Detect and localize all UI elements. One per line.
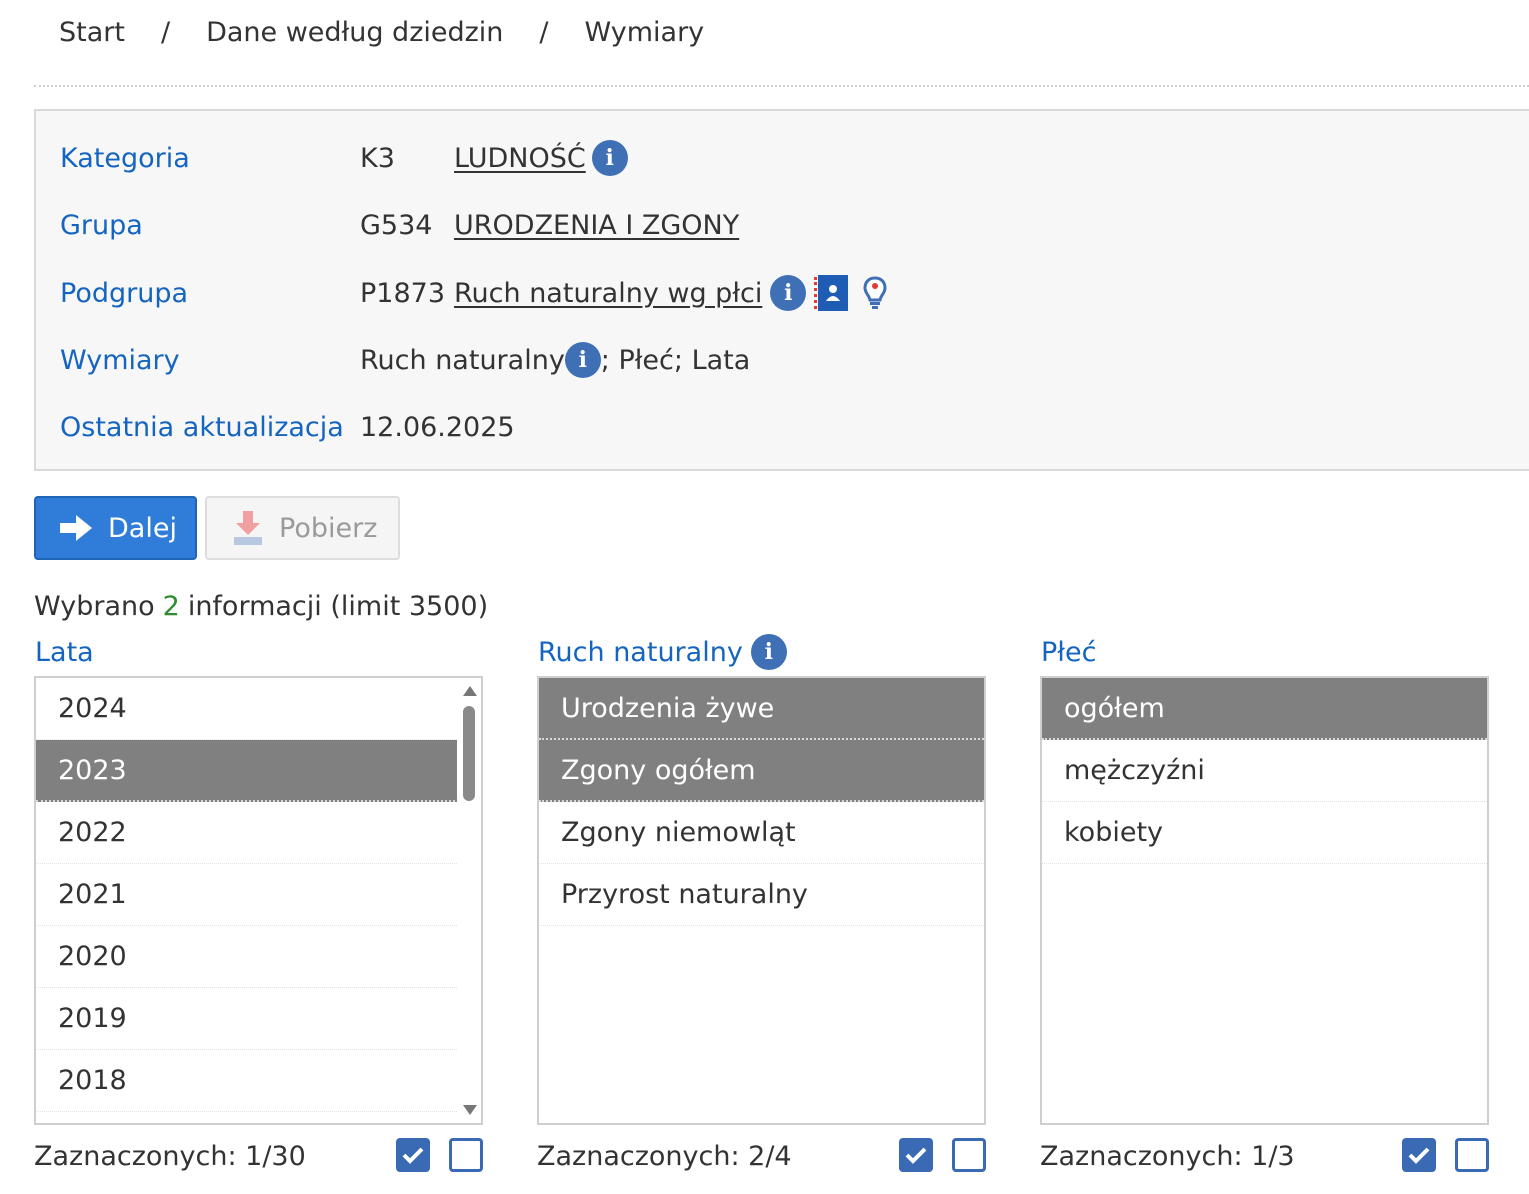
- lightbulb-icon[interactable]: [862, 275, 888, 311]
- grupa-row: Grupa G534 URODZENIA I ZGONY: [60, 205, 739, 245]
- checkbox-checked-icon[interactable]: [1402, 1138, 1436, 1172]
- lata-list-item[interactable]: 2023: [36, 740, 459, 802]
- podgrupa-label: Podgrupa: [60, 277, 189, 309]
- plec-title: Płeć: [1041, 636, 1097, 668]
- next-button-label: Dalej: [108, 512, 177, 544]
- checkbox-empty-icon[interactable]: [1455, 1138, 1489, 1172]
- selection-summary: Wybrano 2 informacji (limit 3500): [34, 586, 488, 626]
- ruch-listbox[interactable]: Urodzenia żywe Zgony ogółem Zgony niemowlą…: [537, 676, 986, 1125]
- kategoria-code: K3: [360, 142, 395, 174]
- info-icon[interactable]: i: [770, 275, 807, 311]
- checkbox-checked-icon[interactable]: [899, 1138, 933, 1172]
- plec-list-item[interactable]: ogółem: [1042, 678, 1487, 740]
- arrow-right-icon: [58, 513, 94, 543]
- breadcrumb-wymiary: Wymiary: [584, 16, 705, 48]
- summary-suffix: informacji (limit 3500): [187, 590, 489, 622]
- scroll-thumb[interactable]: [463, 706, 475, 801]
- breadcrumb-start[interactable]: Start: [59, 17, 125, 48]
- ruch-title: Ruch naturalny: [538, 636, 743, 668]
- next-button[interactable]: Dalej: [34, 496, 197, 560]
- breadcrumb-separator: /: [160, 16, 171, 48]
- info-panel: Kategoria K3 LUDNOŚĆ i Grupa G534 URODZE…: [34, 109, 1529, 471]
- checkbox-checked-icon[interactable]: [396, 1138, 430, 1172]
- ruch-list-item[interactable]: Zgony ogółem: [539, 740, 984, 802]
- grupa-label: Grupa: [60, 209, 143, 241]
- lata-list-item[interactable]: 2021: [36, 864, 459, 926]
- breadcrumb-separator: /: [539, 16, 549, 48]
- lata-title: Lata: [35, 636, 94, 668]
- info-icon[interactable]: i: [564, 342, 601, 378]
- summary-prefix: Wybrano: [34, 590, 155, 622]
- breadcrumb-dane[interactable]: Dane według dziedzin: [206, 17, 503, 48]
- scrollbar[interactable]: [457, 678, 481, 1123]
- summary-count: 2: [162, 590, 180, 622]
- download-icon: [231, 509, 265, 547]
- wymiary-value-first: Ruch naturalny: [360, 344, 565, 376]
- checkbox-empty-icon[interactable]: [449, 1138, 483, 1172]
- grupa-code: G534: [360, 209, 433, 241]
- checkbox-empty-icon[interactable]: [952, 1138, 986, 1172]
- download-button[interactable]: Pobierz: [205, 496, 400, 560]
- lata-count: Zaznaczonych: 1/30: [34, 1140, 306, 1172]
- lata-list-item[interactable]: 2019: [36, 988, 459, 1050]
- podgrupa-row: Podgrupa P1873 Ruch naturalny wg płci i: [60, 273, 888, 313]
- scroll-up-icon[interactable]: [463, 686, 477, 696]
- aktualizacja-row: Ostatnia aktualizacja 12.06.2025: [60, 407, 515, 447]
- lata-list-item[interactable]: 2024: [36, 678, 459, 740]
- info-icon[interactable]: i: [750, 634, 787, 670]
- ruch-list-item[interactable]: Przyrost naturalny: [539, 864, 984, 926]
- info-icon[interactable]: i: [591, 140, 628, 176]
- plec-count: Zaznaczonych: 1/3: [1040, 1140, 1295, 1172]
- wymiary-label: Wymiary: [60, 344, 180, 376]
- aktualizacja-value: 12.06.2025: [360, 411, 515, 443]
- scroll-down-icon[interactable]: [463, 1105, 477, 1115]
- metadata-card-icon[interactable]: [814, 275, 849, 311]
- wymiary-row: Wymiary Ruch naturalny i ; Płeć; Lata: [60, 340, 750, 380]
- kategoria-row: Kategoria K3 LUDNOŚĆ i: [60, 138, 628, 178]
- kategoria-label: Kategoria: [60, 142, 190, 174]
- plec-list-item[interactable]: kobiety: [1042, 802, 1487, 864]
- podgrupa-code: P1873: [360, 277, 445, 309]
- divider: [34, 85, 1529, 87]
- download-button-label: Pobierz: [279, 512, 378, 544]
- plec-listbox[interactable]: ogółem mężczyźni kobiety: [1040, 676, 1489, 1125]
- ruch-count: Zaznaczonych: 2/4: [537, 1140, 792, 1172]
- ruch-list-item[interactable]: Zgony niemowląt: [539, 802, 984, 864]
- lata-list-item[interactable]: 2022: [36, 802, 459, 864]
- ruch-title-wrap: Ruch naturalny i: [538, 632, 787, 672]
- breadcrumb: Start / Dane według dziedzin / Wymiary: [59, 10, 704, 54]
- kategoria-link[interactable]: LUDNOŚĆ: [454, 143, 586, 174]
- lata-list-item[interactable]: 2020: [36, 926, 459, 988]
- podgrupa-link[interactable]: Ruch naturalny wg płci: [454, 278, 762, 309]
- lata-listbox[interactable]: 2024 2023 2022 2021 2020 2019 2018: [34, 676, 483, 1125]
- ruch-list-item[interactable]: Urodzenia żywe: [539, 678, 984, 740]
- lata-list-item[interactable]: 2018: [36, 1050, 459, 1112]
- aktualizacja-label: Ostatnia aktualizacja: [60, 411, 344, 443]
- plec-list-item[interactable]: mężczyźni: [1042, 740, 1487, 802]
- grupa-link[interactable]: URODZENIA I ZGONY: [454, 210, 739, 241]
- wymiary-value-rest: ; Płeć; Lata: [600, 344, 751, 376]
